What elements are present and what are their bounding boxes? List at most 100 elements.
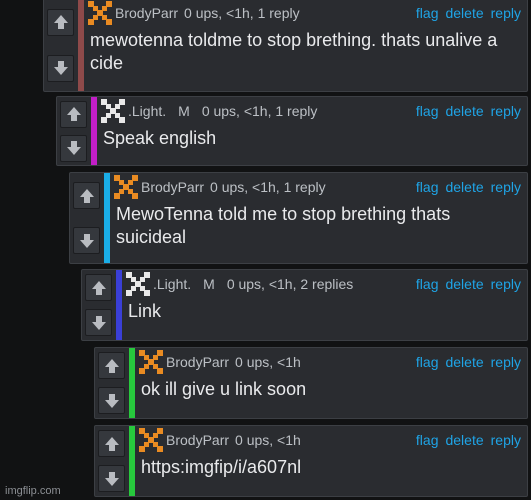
delete-link[interactable]: delete bbox=[445, 5, 483, 21]
user-avatar[interactable] bbox=[88, 1, 112, 25]
flag-link[interactable]: flag bbox=[416, 432, 439, 448]
arrow-up-icon bbox=[66, 107, 81, 121]
orange-x-icon bbox=[139, 428, 163, 452]
thread-depth-bar bbox=[129, 426, 135, 496]
reply-link[interactable]: reply bbox=[491, 276, 521, 292]
comment-actions: flag delete reply bbox=[409, 432, 521, 448]
comment-header: .Light. M 0 ups, <1h, 2 replies flag del… bbox=[126, 272, 521, 296]
username[interactable]: BrodyParr bbox=[115, 5, 178, 21]
comment-text: https:imgfip/i/a607nl bbox=[141, 457, 302, 477]
arrow-down-icon bbox=[79, 233, 94, 248]
upvote-button[interactable] bbox=[47, 8, 74, 36]
white-x-icon bbox=[101, 99, 125, 123]
comment-text: mewotenna toldme to stop brething. thats… bbox=[90, 30, 498, 73]
comment: .Light. M 0 ups, <1h, 1 reply flag delet… bbox=[56, 96, 528, 166]
upvote-button[interactable] bbox=[85, 274, 112, 301]
upvote-button[interactable] bbox=[73, 182, 100, 209]
flag-link[interactable]: flag bbox=[416, 179, 439, 195]
comment-actions: flag delete reply bbox=[409, 354, 521, 370]
delete-link[interactable]: delete bbox=[445, 103, 483, 119]
orange-x-icon bbox=[139, 350, 163, 374]
upvote-button[interactable] bbox=[60, 100, 87, 128]
comment-header: .Light. M 0 ups, <1h, 1 reply flag delet… bbox=[101, 99, 521, 123]
thread-depth-bar bbox=[78, 0, 84, 91]
flag-link[interactable]: flag bbox=[416, 103, 439, 119]
delete-link[interactable]: delete bbox=[445, 432, 483, 448]
comment-meta: 0 ups, <1h, 1 reply bbox=[201, 103, 318, 119]
username[interactable]: .Light. bbox=[153, 276, 191, 292]
reply-link[interactable]: reply bbox=[491, 5, 521, 21]
mod-badge: M bbox=[203, 276, 215, 292]
orange-x-icon bbox=[88, 1, 112, 25]
delete-link[interactable]: delete bbox=[445, 179, 483, 195]
comment-text: Speak english bbox=[103, 128, 217, 148]
user-avatar[interactable] bbox=[114, 175, 138, 199]
username[interactable]: BrodyParr bbox=[141, 179, 204, 195]
comment-text: MewoTenna told me to stop brething thats… bbox=[116, 204, 451, 247]
thread-depth-bar bbox=[116, 270, 122, 340]
arrow-up-icon bbox=[79, 188, 94, 203]
comment-header: BrodyParr 0 ups, <1h, 1 reply flag delet… bbox=[114, 175, 521, 199]
user-avatar[interactable] bbox=[139, 350, 163, 374]
comment-header: BrodyParr 0 ups, <1h, 1 reply flag delet… bbox=[88, 1, 521, 25]
comment: BrodyParr 0 ups, <1h, 1 reply flag delet… bbox=[43, 0, 528, 92]
comment-meta: 0 ups, <1h bbox=[235, 354, 301, 370]
thread-depth-bar bbox=[91, 97, 97, 165]
arrow-up-icon bbox=[104, 358, 119, 373]
downvote-button[interactable] bbox=[47, 54, 74, 82]
delete-link[interactable]: delete bbox=[445, 354, 483, 370]
vote-controls bbox=[95, 426, 128, 496]
vote-controls bbox=[70, 173, 103, 263]
user-avatar[interactable] bbox=[139, 428, 163, 452]
comment-actions: flag delete reply bbox=[409, 276, 521, 292]
arrow-down-icon bbox=[53, 61, 68, 75]
downvote-button[interactable] bbox=[98, 387, 125, 414]
reply-link[interactable]: reply bbox=[491, 432, 521, 448]
comment: BrodyParr 0 ups, <1h, 1 reply flag delet… bbox=[69, 172, 528, 264]
upvote-button[interactable] bbox=[98, 352, 125, 379]
comment-header: BrodyParr 0 ups, <1h flag delete reply bbox=[139, 428, 521, 452]
comment: BrodyParr 0 ups, <1h flag delete reply o… bbox=[94, 347, 528, 419]
flag-link[interactable]: flag bbox=[416, 5, 439, 21]
arrow-up-icon bbox=[104, 436, 119, 451]
comment-meta: 0 ups, <1h, 1 reply bbox=[210, 179, 326, 195]
comment-meta: 0 ups, <1h, 1 reply bbox=[184, 5, 300, 21]
white-x-icon bbox=[126, 272, 150, 296]
downvote-button[interactable] bbox=[85, 309, 112, 336]
orange-x-icon bbox=[114, 175, 138, 199]
arrow-down-icon bbox=[91, 315, 106, 330]
flag-link[interactable]: flag bbox=[416, 276, 439, 292]
watermark: imgflip.com bbox=[5, 485, 61, 497]
vote-controls bbox=[95, 348, 128, 418]
thread-depth-bar bbox=[129, 348, 135, 418]
downvote-button[interactable] bbox=[60, 134, 87, 162]
comment-actions: flag delete reply bbox=[409, 179, 521, 195]
username[interactable]: BrodyParr bbox=[166, 354, 229, 370]
user-avatar[interactable] bbox=[126, 272, 150, 296]
comment-header: BrodyParr 0 ups, <1h flag delete reply bbox=[139, 350, 521, 374]
downvote-button[interactable] bbox=[98, 465, 125, 492]
delete-link[interactable]: delete bbox=[445, 276, 483, 292]
username[interactable]: .Light. bbox=[128, 103, 166, 119]
arrow-up-icon bbox=[53, 15, 68, 29]
comment-text: Link bbox=[128, 301, 162, 321]
comment-actions: flag delete reply bbox=[409, 5, 521, 21]
vote-controls bbox=[57, 97, 90, 165]
comment: .Light. M 0 ups, <1h, 2 replies flag del… bbox=[81, 269, 528, 341]
reply-link[interactable]: reply bbox=[491, 103, 521, 119]
flag-link[interactable]: flag bbox=[416, 354, 439, 370]
vote-controls bbox=[82, 270, 115, 340]
comment: BrodyParr 0 ups, <1h flag delete reply h… bbox=[94, 425, 528, 497]
arrow-down-icon bbox=[66, 141, 81, 155]
vote-controls bbox=[44, 0, 77, 91]
user-avatar[interactable] bbox=[101, 99, 125, 123]
mod-badge: M bbox=[178, 103, 190, 119]
arrow-down-icon bbox=[104, 471, 119, 486]
comment-meta: 0 ups, <1h, 2 replies bbox=[226, 276, 354, 292]
reply-link[interactable]: reply bbox=[491, 179, 521, 195]
downvote-button[interactable] bbox=[73, 227, 100, 254]
reply-link[interactable]: reply bbox=[491, 354, 521, 370]
username[interactable]: BrodyParr bbox=[166, 432, 229, 448]
upvote-button[interactable] bbox=[98, 430, 125, 457]
thread-depth-bar bbox=[104, 173, 110, 263]
